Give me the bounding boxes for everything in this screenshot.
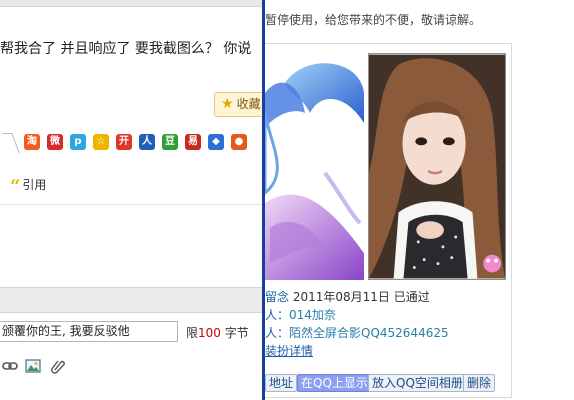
kaixin-share-icon[interactable]: 开: [116, 134, 132, 150]
star-icon: ★: [221, 96, 234, 112]
show-on-qq-button[interactable]: 在QQ上显示: [297, 374, 372, 392]
limit-prefix: 限: [186, 326, 199, 340]
decorative-artwork: [265, 53, 364, 280]
meta-member-key: 人：: [265, 326, 290, 340]
address-button[interactable]: 地址: [265, 374, 298, 392]
fruit-share-icon[interactable]: ●: [231, 134, 247, 150]
forum-window: 帮我合了 并且响应了 要我截图么？ 你说 ★ 收藏 淘微 p ☆ 开人豆易 ◆ ● “引用 …: [0, 0, 263, 400]
post-content-text: 帮我合了 并且响应了 要我截图么？ 你说: [0, 41, 252, 57]
taobao-share-icon[interactable]: 淘: [24, 134, 40, 150]
share-bar: 淘微 p ☆ 开人豆易 ◆ ●: [0, 131, 263, 155]
section-divider: [0, 204, 263, 205]
meta-added-key: 人：: [265, 308, 290, 322]
favorite-label: 收藏: [236, 97, 261, 111]
meta-added-row: 人：014加奈: [265, 306, 512, 324]
service-notice: 暂停使用，给您带来的不便，敬请谅解。: [265, 13, 482, 27]
limit-number: 100: [198, 326, 221, 340]
share-arrow-icon: [2, 133, 20, 153]
meta-memo-value: 2011年08月11日 已通过: [289, 290, 430, 304]
reply-input[interactable]: 颁覆你的王, 我要反驳他: [0, 321, 178, 342]
char-limit-text: 限100 字节: [186, 324, 249, 341]
baidu-share-icon[interactable]: ◆: [208, 134, 224, 150]
favorite-button[interactable]: ★ 收藏: [214, 92, 263, 117]
meta-added-value[interactable]: 014加奈: [289, 308, 336, 322]
sohu-share-icon[interactable]: 易: [185, 134, 201, 150]
meta-memo-row: 留念 2011年08月11日 已通过: [265, 288, 512, 306]
add-to-album-button[interactable]: 放入QQ空间相册: [368, 374, 467, 392]
meta-memo-key: 留念: [265, 290, 290, 304]
editor-toolbar: [0, 355, 263, 377]
star-share-icon[interactable]: ☆: [93, 134, 109, 150]
quote-label: 引用: [22, 178, 47, 192]
limit-suffix: 字节: [220, 326, 249, 340]
portrait-photo: [368, 53, 506, 280]
meta-member-row: 人：陌然全屏合影QQ452644625: [265, 324, 512, 342]
douban-share-icon[interactable]: 豆: [162, 134, 178, 150]
meta-detail-row: 装扮详情: [265, 342, 512, 360]
window-top-bar: [0, 0, 263, 7]
reply-header-bar: [0, 287, 263, 313]
image-icon[interactable]: [25, 358, 41, 374]
qzone-share-icon[interactable]: p: [70, 134, 86, 150]
delete-button[interactable]: 删除: [463, 374, 496, 392]
renren-share-icon[interactable]: 人: [139, 134, 155, 150]
quote-icon: “: [10, 176, 21, 197]
weibo-share-icon[interactable]: 微: [47, 134, 63, 150]
attachment-icon[interactable]: [50, 358, 66, 374]
detail-link[interactable]: 装扮详情: [265, 344, 313, 358]
quote-button[interactable]: “引用: [10, 176, 47, 197]
photo-card: 留念 2011年08月11日 已通过 人：014加奈 人：陌然全屏合影QQ452…: [265, 43, 512, 398]
meta-member-value[interactable]: 陌然全屏合影QQ452644625: [289, 326, 449, 340]
link-icon[interactable]: [2, 358, 18, 374]
photo-meta: 留念 2011年08月11日 已通过 人：014加奈 人：陌然全屏合影QQ452…: [265, 288, 512, 360]
qzone-page: 暂停使用，给您带来的不便，敬请谅解。 留念 2011年08月11日 已通过 人：…: [265, 0, 574, 400]
